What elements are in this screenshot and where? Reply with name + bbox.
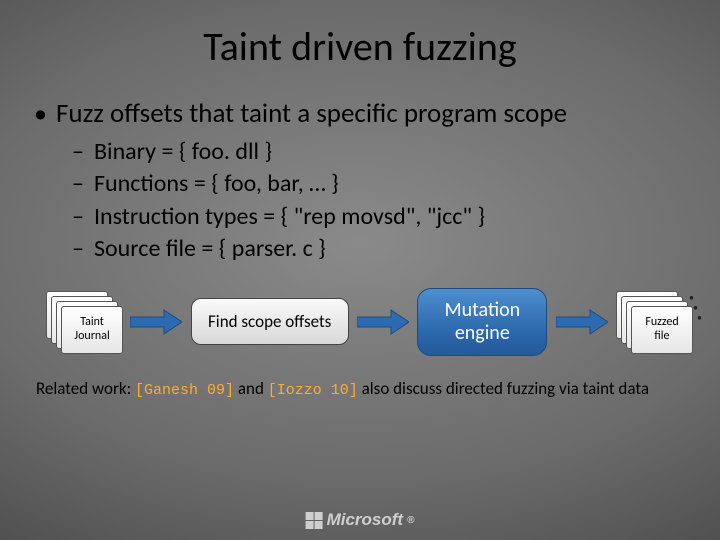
registered-symbol: ® (407, 515, 414, 526)
microsoft-logo-text: Microsoft (327, 510, 404, 530)
related-work-text: Related work: [Ganesh 09] and [Iozzo 10]… (0, 364, 720, 399)
related-mid: and (234, 378, 268, 399)
stack-card-front: Fuzzed file (631, 306, 693, 354)
find-scope-offsets-box: Find scope offsets (191, 298, 349, 345)
bullet-source-file: Source file = { parser. c } (30, 233, 700, 265)
arrow-icon (130, 309, 182, 335)
taint-journal-stack: Taint Journal (46, 291, 122, 353)
citation-ganesh: [Ganesh 09] (135, 382, 234, 399)
mutation-line2: engine (436, 322, 528, 345)
stack-dot: • (697, 311, 702, 324)
bullet-instruction-types: Instruction types = { "rep movsd", "jcc"… (30, 201, 700, 233)
bullet-binary: Binary = { foo. dll } (30, 136, 700, 168)
bullet-functions: Functions = { foo, bar, … } (30, 168, 700, 200)
microsoft-logo: Microsoft® (306, 510, 415, 530)
microsoft-logo-icon (306, 512, 323, 529)
related-post: also discuss directed fuzzing via taint … (358, 378, 649, 399)
arrow-icon (556, 309, 608, 335)
mutation-line1: Mutation (436, 299, 528, 322)
taint-line2: Journal (74, 330, 109, 343)
citation-iozzo: [Iozzo 10] (268, 382, 358, 399)
stack-card-front: Taint Journal (61, 306, 123, 354)
fuzzed-line1: Fuzzed (645, 316, 678, 329)
taint-line1: Taint (80, 316, 104, 329)
mutation-engine-box: Mutation engine (417, 288, 547, 356)
flow-diagram: Taint Journal Find scope offsets Mutatio… (0, 266, 720, 364)
related-pre: Related work: (36, 378, 135, 399)
slide-title: Taint driven fuzzing (0, 0, 720, 83)
slide-body: Fuzz offsets that taint a specific progr… (0, 97, 720, 266)
bullet-main: Fuzz offsets that taint a specific progr… (30, 97, 700, 130)
fuzzed-file-stack: • • • Fuzzed file (616, 291, 692, 353)
fuzzed-line2: file (654, 330, 669, 343)
arrow-icon (357, 309, 409, 335)
